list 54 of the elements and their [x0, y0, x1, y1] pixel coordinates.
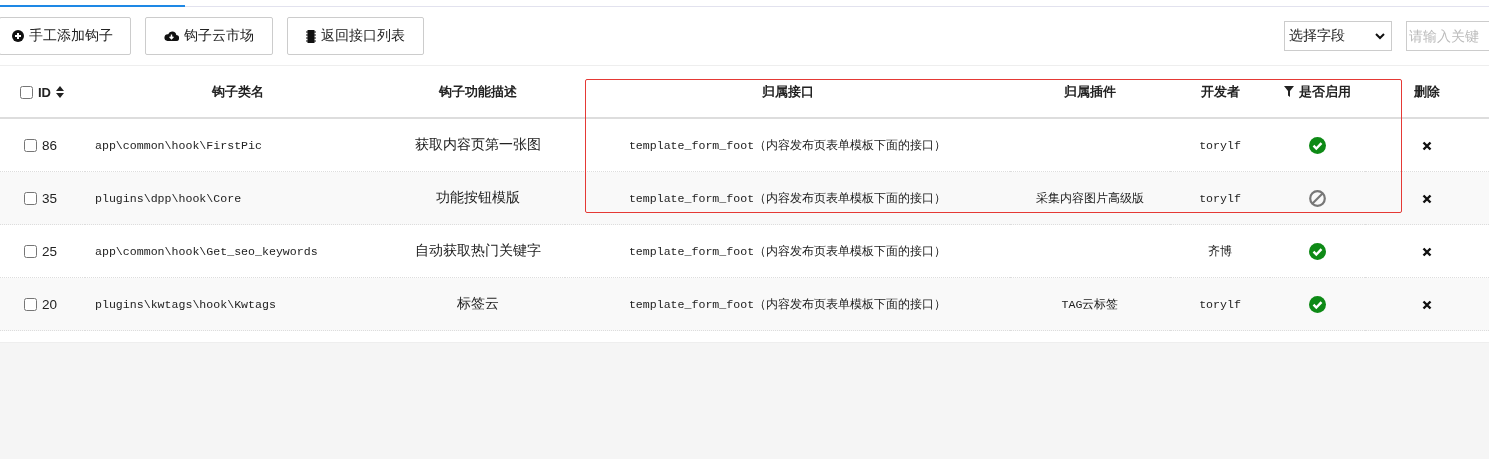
- ban-icon[interactable]: [1309, 189, 1326, 207]
- select-all-checkbox[interactable]: [20, 85, 33, 99]
- table-cell: app\common\hook\FirstPic: [95, 138, 262, 152]
- column-header: ID: [38, 84, 51, 100]
- column-header: 钩子功能描述: [438, 83, 517, 99]
- table-cell: 25: [42, 243, 58, 259]
- table-cell: 标签云: [456, 296, 499, 311]
- chevron-down-icon: [1375, 32, 1385, 40]
- table-cell: 齐博: [1208, 244, 1232, 258]
- table-cell: template_form_foot（内容发布页表单模板下面的接口）: [628, 244, 947, 258]
- row-checkbox[interactable]: [24, 244, 37, 258]
- column-header: 归属接口: [761, 83, 814, 99]
- table-cell: 自动获取热门关键字: [414, 243, 541, 258]
- table-cell: plugins\kwtags\hook\Kwtags: [95, 297, 276, 311]
- table-cell: 获取内容页第一张图: [414, 137, 541, 152]
- table-cell: 35: [42, 190, 58, 206]
- row-checkbox[interactable]: [24, 191, 37, 205]
- table-cell: torylf: [1199, 138, 1241, 152]
- sort-icon[interactable]: [56, 86, 64, 99]
- table-cell: 功能按钮模版: [435, 190, 520, 205]
- column-header: 钩子类名: [211, 83, 264, 99]
- check-circle-icon[interactable]: [1309, 295, 1326, 313]
- table-cell: TAG云标签: [1061, 297, 1119, 311]
- field-select[interactable]: 选择字段: [1284, 21, 1392, 51]
- column-header: 归属插件: [1064, 83, 1116, 99]
- delete-icon[interactable]: [1422, 140, 1432, 151]
- table-cell: torylf: [1199, 191, 1241, 205]
- toolbar-button[interactable]: 返回接口列表: [287, 17, 424, 55]
- delete-icon[interactable]: [1422, 193, 1432, 204]
- row-checkbox[interactable]: [24, 138, 37, 152]
- toolbar-button[interactable]: 手工添加钩子: [0, 17, 131, 55]
- table-cell: 采集内容图片高级版: [1036, 191, 1144, 205]
- cloud-download-icon: [164, 30, 179, 42]
- plus-circle-icon: [12, 30, 24, 42]
- table-cell: 20: [42, 296, 58, 312]
- notebook-icon: [306, 29, 316, 43]
- table-cell: torylf: [1199, 297, 1241, 311]
- table-cell: template_form_foot（内容发布页表单模板下面的接口）: [628, 191, 947, 205]
- delete-icon[interactable]: [1422, 246, 1432, 257]
- column-header: 删除: [1414, 83, 1440, 99]
- table-cell: 86: [42, 137, 58, 153]
- table-cell: app\common\hook\Get_seo_keywords: [95, 244, 318, 258]
- check-circle-icon[interactable]: [1309, 242, 1326, 260]
- toolbar-button[interactable]: 钩子云市场: [145, 17, 273, 55]
- column-header: 开发者: [1200, 83, 1240, 99]
- filter-icon[interactable]: [1284, 86, 1294, 97]
- row-checkbox[interactable]: [24, 297, 37, 311]
- search-field[interactable]: 请输入关键: [1406, 21, 1489, 51]
- table-cell: template_form_foot（内容发布页表单模板下面的接口）: [628, 138, 947, 152]
- check-circle-icon[interactable]: [1309, 136, 1326, 154]
- table-cell: template_form_foot（内容发布页表单模板下面的接口）: [628, 297, 947, 311]
- column-header: 是否启用: [1299, 82, 1351, 101]
- delete-icon[interactable]: [1422, 299, 1432, 310]
- table-cell: plugins\dpp\hook\Core: [95, 191, 242, 205]
